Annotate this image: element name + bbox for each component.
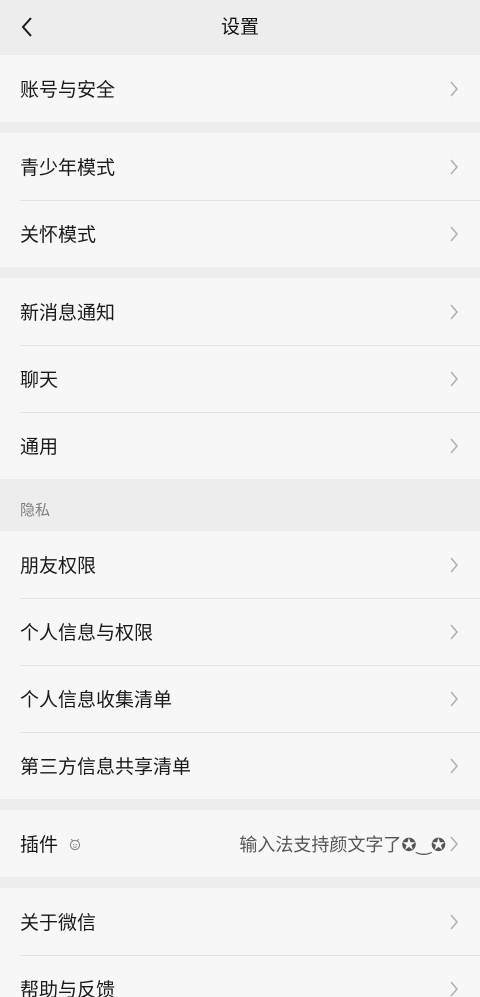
mode-group: 青少年模式 关怀模式: [0, 133, 480, 267]
row-label: 新消息通知: [20, 303, 116, 324]
group-divider: [0, 877, 480, 888]
privacy-section-header: 隐私: [0, 479, 480, 531]
settings-row-friend-permissions[interactable]: 朋友权限: [0, 531, 480, 598]
row-label: 插件: [20, 835, 59, 856]
chevron-right-icon: [450, 225, 459, 242]
page-title: 设置: [220, 17, 259, 38]
row-label: 聊天: [20, 370, 59, 391]
chevron-right-icon: [450, 980, 459, 997]
row-label: 第三方信息共享清单: [20, 757, 192, 778]
row-label: 关怀模式: [20, 225, 97, 246]
settings-row-teen-mode[interactable]: 青少年模式: [0, 133, 480, 200]
row-label: 朋友权限: [20, 556, 97, 577]
settings-row-personal-info-permissions[interactable]: 个人信息与权限: [0, 598, 480, 665]
general-group: 新消息通知 聊天 通用: [0, 278, 480, 479]
chevron-left-icon: [21, 17, 32, 37]
chevron-right-icon: [450, 556, 459, 573]
settings-row-account-security[interactable]: 账号与安全: [0, 55, 480, 122]
row-label: 帮助与反馈: [20, 980, 116, 997]
settings-row-notifications[interactable]: 新消息通知: [0, 278, 480, 345]
row-label: 青少年模式: [20, 158, 116, 179]
settings-page: 设置 账号与安全 青少年模式 关怀模式 新消息通知 聊天 通用 隐私 朋友权限 …: [0, 0, 480, 997]
chevron-right-icon: [450, 437, 459, 454]
privacy-group: 朋友权限 个人信息与权限 个人信息收集清单 第三方信息共享清单: [0, 531, 480, 799]
account-group: 账号与安全: [0, 55, 480, 122]
settings-row-general[interactable]: 通用: [0, 412, 480, 479]
chevron-right-icon: [450, 158, 459, 175]
plugin-icon: [69, 838, 81, 850]
chevron-right-icon: [450, 623, 459, 640]
settings-row-info-collection-list[interactable]: 个人信息收集清单: [0, 665, 480, 732]
row-label: 关于微信: [20, 913, 97, 934]
navigation-bar: 设置: [0, 0, 480, 55]
chevron-right-icon: [450, 835, 459, 852]
settings-row-chat[interactable]: 聊天: [0, 345, 480, 412]
settings-row-plugins[interactable]: 插件 输入法支持颜文字了✪‿✪: [0, 810, 480, 877]
settings-row-care-mode[interactable]: 关怀模式: [0, 200, 480, 267]
group-divider: [0, 799, 480, 810]
settings-row-help-feedback[interactable]: 帮助与反馈: [0, 955, 480, 997]
chevron-right-icon: [450, 757, 459, 774]
chevron-right-icon: [450, 690, 459, 707]
chevron-right-icon: [450, 913, 459, 930]
about-group: 关于微信 帮助与反馈: [0, 888, 480, 997]
chevron-right-icon: [450, 370, 459, 387]
plugin-status-text: 输入法支持颜文字了✪‿✪: [239, 834, 446, 855]
plugins-group: 插件 输入法支持颜文字了✪‿✪: [0, 810, 480, 877]
group-divider: [0, 267, 480, 278]
row-label: 个人信息与权限: [20, 623, 154, 644]
settings-row-about-wechat[interactable]: 关于微信: [0, 888, 480, 955]
settings-row-third-party-sharing-list[interactable]: 第三方信息共享清单: [0, 732, 480, 799]
back-button[interactable]: [12, 12, 42, 42]
chevron-right-icon: [450, 80, 459, 97]
row-label: 通用: [20, 437, 59, 458]
group-divider: [0, 122, 480, 133]
chevron-right-icon: [450, 303, 459, 320]
row-label: 账号与安全: [20, 80, 116, 101]
row-label: 个人信息收集清单: [20, 690, 173, 711]
